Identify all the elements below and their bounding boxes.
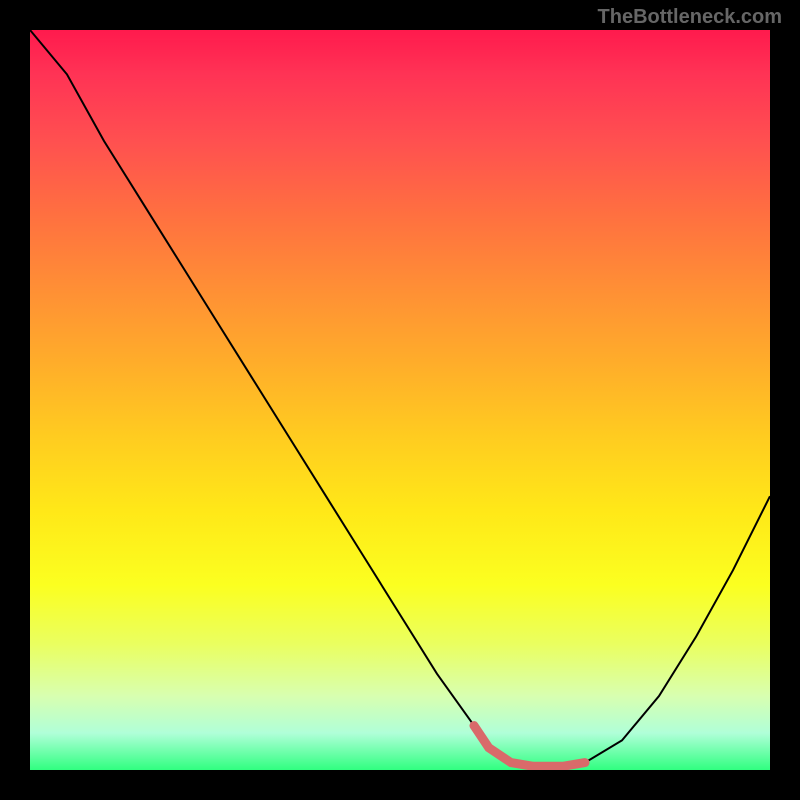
- watermark-text: TheBottleneck.com: [598, 6, 782, 29]
- chart-plot-area: [30, 30, 770, 770]
- optimal-zone-highlight: [30, 30, 770, 770]
